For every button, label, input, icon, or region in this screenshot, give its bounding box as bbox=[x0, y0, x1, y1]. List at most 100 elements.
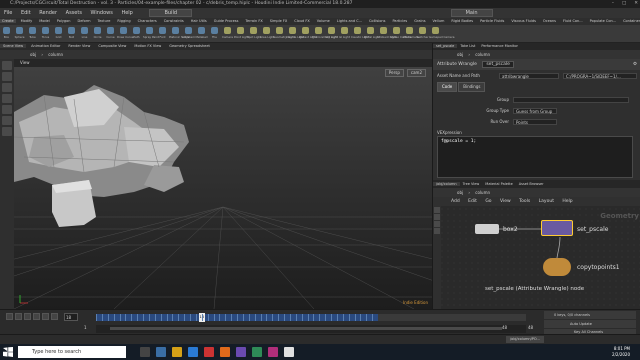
shelf-tab-deform[interactable]: Deform bbox=[76, 19, 93, 23]
auto-update-menu[interactable]: Auto Update bbox=[544, 320, 636, 328]
main-desktop-select[interactable]: Main bbox=[450, 9, 493, 17]
select-tool-icon[interactable] bbox=[2, 61, 12, 70]
shelf-tool-grid[interactable]: Grid bbox=[52, 25, 65, 42]
task-view-icon[interactable] bbox=[140, 347, 150, 357]
shelf-tool-font[interactable]: Font bbox=[156, 25, 169, 42]
tab-tree-view[interactable]: Tree View bbox=[460, 182, 483, 186]
tab-code[interactable]: Code bbox=[437, 82, 458, 92]
shelf-tool-sphere[interactable]: Sphere bbox=[13, 25, 26, 42]
maximize-icon[interactable]: □ bbox=[622, 0, 626, 8]
shelf-tab-fluid-con[interactable]: Fluid Con... bbox=[561, 19, 585, 23]
tab-take-list[interactable]: Take List bbox=[457, 44, 478, 48]
shelf-tab-grains[interactable]: Grains bbox=[412, 19, 427, 23]
timeline-track[interactable]: 18 bbox=[96, 313, 526, 322]
net-menu-go[interactable]: Go bbox=[485, 199, 491, 204]
shelf-tool-volume-light[interactable]: Volume Light bbox=[286, 25, 304, 42]
houdini-icon[interactable] bbox=[220, 347, 230, 357]
shelf-tool-spot-light[interactable]: Spot Light bbox=[247, 25, 261, 42]
shelf-tool-gi-light[interactable]: GI Light bbox=[338, 25, 351, 42]
tab-render-view[interactable]: Render View bbox=[65, 44, 93, 48]
shelf-tool-vr-camera[interactable]: VR Camera bbox=[403, 25, 419, 42]
node-name-field[interactable]: set_pscale bbox=[482, 61, 514, 68]
menu-edit[interactable]: Edit bbox=[21, 10, 31, 16]
move-tool-icon[interactable] bbox=[2, 72, 12, 81]
menu-render[interactable]: Render bbox=[39, 10, 57, 16]
network-editor[interactable]: Geometry box2 set_pscale copytopoints1 s… bbox=[433, 206, 640, 309]
node-copytopoints1-body[interactable] bbox=[543, 258, 571, 276]
shelf-tool-platonic-solids[interactable]: Platonic Solids bbox=[169, 25, 189, 42]
menu-windows[interactable]: Windows bbox=[91, 10, 113, 16]
tab-animation-editor[interactable]: Animation Editor bbox=[28, 44, 63, 48]
build-desktop-select[interactable]: Build bbox=[149, 9, 193, 17]
shelf-tool-camera[interactable]: Camera bbox=[221, 25, 234, 42]
close-icon[interactable]: ✕ bbox=[634, 0, 638, 8]
shelf-tool-portal-light[interactable]: Portal Light bbox=[364, 25, 380, 42]
net-menu-tools[interactable]: Tools bbox=[519, 199, 530, 204]
tab-scene-view[interactable]: Scene View bbox=[0, 44, 27, 48]
shelf-tool-metaball[interactable]: Metaball bbox=[195, 25, 208, 42]
shelf-tab-cloud-fx[interactable]: Cloud FX bbox=[292, 19, 312, 23]
shelf-tool-path[interactable]: Path bbox=[130, 25, 143, 42]
gear-icon[interactable]: ⚙ bbox=[633, 59, 637, 70]
pose-tool-icon[interactable] bbox=[2, 116, 12, 125]
shelf-tool-distant-light[interactable]: Distant Light bbox=[299, 25, 317, 42]
shelf-tool-spray-paint[interactable]: Spray Paint bbox=[143, 25, 159, 42]
shelf-tool-draw-curve[interactable]: Draw Curve bbox=[117, 25, 133, 42]
net-menu-help[interactable]: Help bbox=[562, 199, 572, 204]
shelf-tab-volume[interactable]: Volume bbox=[315, 19, 332, 23]
taskbar-search[interactable]: Type here to search bbox=[18, 346, 126, 358]
shelf-tab-populate-con[interactable]: Populate Con... bbox=[588, 19, 618, 23]
shelf-tool-box[interactable]: Box bbox=[0, 25, 13, 42]
scene-viewport[interactable]: Persp cam2 Indie Edition bbox=[14, 67, 432, 309]
view-tool-icon[interactable] bbox=[2, 127, 12, 136]
shelf-tool-switcher[interactable]: Switcher bbox=[416, 25, 429, 42]
app4-icon[interactable] bbox=[268, 347, 278, 357]
step-back-icon[interactable] bbox=[15, 313, 22, 320]
tab-bindings[interactable]: Bindings bbox=[458, 82, 486, 92]
path-column[interactable]: column bbox=[48, 52, 63, 57]
app2-icon[interactable] bbox=[236, 347, 246, 357]
jump-start-icon[interactable] bbox=[6, 313, 13, 320]
shelf-tab-model[interactable]: Model bbox=[37, 19, 52, 23]
net-menu-layout[interactable]: Layout bbox=[539, 199, 554, 204]
parm-path-column[interactable]: column bbox=[475, 52, 490, 57]
tab-set-pscale[interactable]: set_pscale bbox=[433, 44, 458, 48]
app-icon[interactable] bbox=[204, 347, 214, 357]
shelf-tool-curve[interactable]: Curve bbox=[104, 25, 117, 42]
shelf-tool-file[interactable]: File bbox=[208, 25, 221, 42]
shelf-tab-constraints[interactable]: Constraints bbox=[162, 19, 186, 23]
net-menu-add[interactable]: Add bbox=[451, 199, 460, 204]
shelf-tool-area-light[interactable]: Area Light bbox=[260, 25, 274, 42]
shelf-tab-particles[interactable]: Particles bbox=[390, 19, 409, 23]
shelf-tab-characters[interactable]: Characters bbox=[136, 19, 159, 23]
handle-tool-icon[interactable] bbox=[2, 105, 12, 114]
shelf-tab-simple-fx[interactable]: Simple FX bbox=[268, 19, 289, 23]
shelf-tab-lights-and-c[interactable]: Lights and C... bbox=[335, 19, 364, 23]
store-icon[interactable] bbox=[188, 347, 198, 357]
minimize-icon[interactable]: – bbox=[612, 0, 614, 8]
camera-menu[interactable]: cam2 bbox=[406, 69, 426, 77]
shelf-tool-tube[interactable]: Tube bbox=[26, 25, 39, 42]
shelf-tab-guide-process[interactable]: Guide Process bbox=[212, 19, 241, 23]
group-field[interactable] bbox=[513, 97, 629, 103]
file-explorer-icon[interactable] bbox=[172, 347, 182, 357]
scale-tool-icon[interactable] bbox=[2, 94, 12, 103]
shelf-tab-particle-fluids[interactable]: Particle Fluids bbox=[478, 19, 506, 23]
windows-start-icon[interactable] bbox=[3, 347, 13, 357]
shelf-tool-sky-light[interactable]: Sky Light bbox=[325, 25, 338, 42]
jump-end-icon[interactable] bbox=[51, 313, 58, 320]
shelf-tool-stereo-camera[interactable]: Stereo Camera bbox=[390, 25, 411, 42]
shelf-tab-rigid-bodies[interactable]: Rigid Bodies bbox=[449, 19, 475, 23]
frame-field[interactable]: 18 bbox=[64, 313, 78, 321]
node-set-pscale-body[interactable] bbox=[541, 220, 573, 236]
play-icon[interactable] bbox=[33, 313, 40, 320]
node-box2-body[interactable] bbox=[475, 224, 499, 234]
menu-file[interactable]: File bbox=[4, 10, 12, 16]
group-type-select[interactable]: Guess from Group bbox=[513, 108, 557, 114]
tab-geometry-spreadsheet[interactable]: Geometry Spreadsheet bbox=[166, 44, 213, 48]
menu-assets[interactable]: Assets bbox=[66, 10, 82, 16]
vex-code-editor[interactable]: f@pscale = 1; bbox=[437, 136, 633, 178]
parm-path-obj[interactable]: obj bbox=[457, 52, 463, 57]
shelf-tab-oceans[interactable]: Oceans bbox=[541, 19, 558, 23]
shelf-tab-create[interactable]: Create bbox=[0, 19, 16, 23]
